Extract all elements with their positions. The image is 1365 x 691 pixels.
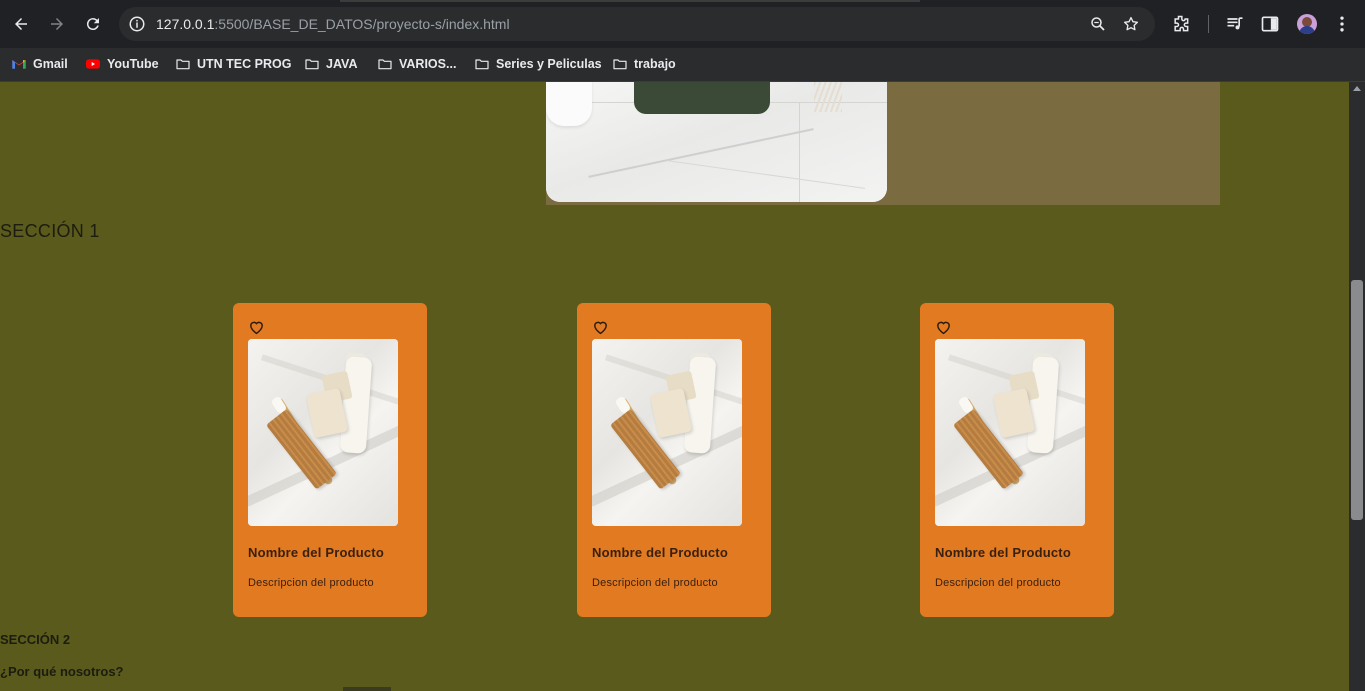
gmail-icon — [12, 60, 26, 69]
horizontal-scroll-indicator[interactable] — [343, 687, 391, 691]
product-name: Nombre del Producto — [248, 545, 384, 560]
product-image — [248, 339, 398, 526]
heart-icon[interactable] — [248, 319, 265, 335]
zoom-icon[interactable] — [1089, 15, 1107, 33]
bookmark-folder-varios[interactable]: VARIOS... — [377, 54, 456, 74]
product-description: Descripcion del producto — [592, 577, 718, 589]
side-panel-button[interactable] — [1259, 13, 1281, 35]
youtube-icon — [86, 59, 100, 69]
bookmark-folder-trabajo[interactable]: trabajo — [612, 54, 676, 74]
folder-icon — [176, 59, 190, 70]
playlist-icon — [1227, 17, 1243, 30]
why-us-heading: ¿Por qué nosotros? — [0, 664, 124, 679]
vertical-scrollbar[interactable] — [1349, 82, 1365, 691]
section-2-title: SECCIÓN 2 — [0, 632, 71, 647]
profile-avatar[interactable] — [1297, 14, 1317, 34]
product-card[interactable]: Nombre del Producto Descripcion del prod… — [577, 303, 771, 617]
bookmarks-bar: Gmail YouTube UTN TEC PROG JAVA VARIOS..… — [0, 48, 1365, 82]
toolbar-separator — [1208, 15, 1209, 33]
bookmark-label: Series y Peliculas — [496, 57, 602, 71]
section-1-title: SECCIÓN 1 — [0, 221, 100, 241]
bookmark-star-icon[interactable] — [1122, 15, 1140, 33]
back-button[interactable] — [9, 12, 33, 36]
product-name: Nombre del Producto — [592, 545, 728, 560]
folder-icon — [613, 59, 627, 70]
product-image — [592, 339, 742, 526]
heart-icon[interactable] — [935, 319, 952, 335]
arrow-right-icon — [51, 18, 63, 30]
product-description: Descripcion del producto — [248, 577, 374, 589]
heart-icon[interactable] — [592, 319, 609, 335]
side-panel-icon — [1261, 16, 1279, 32]
puzzle-icon — [1174, 15, 1189, 32]
hero-image — [546, 82, 887, 202]
bookmark-folder-utn[interactable]: UTN TEC PROG — [175, 54, 291, 74]
extensions-button[interactable] — [1170, 13, 1192, 35]
url-text[interactable]: 127.0.0.1:5500/BASE_DE_DATOS/proyecto-s/… — [156, 16, 510, 32]
url-path: :5500/BASE_DE_DATOS/proyecto-s/index.htm… — [214, 16, 510, 32]
product-card[interactable]: Nombre del Producto Descripcion del prod… — [920, 303, 1114, 617]
product-description: Descripcion del producto — [935, 577, 1061, 589]
bookmark-gmail[interactable]: Gmail — [11, 54, 68, 74]
towel-fringe — [814, 82, 842, 112]
bookmark-folder-java[interactable]: JAVA — [304, 54, 358, 74]
product-card[interactable]: Nombre del Producto Descripcion del prod… — [233, 303, 427, 617]
reload-icon — [86, 18, 99, 31]
scroll-up-arrow-icon[interactable] — [1353, 86, 1361, 91]
marble-edge — [799, 102, 800, 202]
kebab-menu-icon — [1340, 16, 1344, 32]
green-soap — [634, 82, 770, 114]
url-host: 127.0.0.1 — [156, 16, 215, 32]
bookmark-label: UTN TEC PROG — [197, 57, 292, 71]
address-bar[interactable]: 127.0.0.1:5500/BASE_DE_DATOS/proyecto-s/… — [119, 7, 1155, 41]
folder-icon — [378, 59, 392, 70]
bookmark-label: Gmail — [33, 57, 68, 71]
bookmark-folder-series[interactable]: Series y Peliculas — [474, 54, 602, 74]
site-info-icon[interactable] — [128, 15, 146, 33]
media-control-button[interactable] — [1224, 13, 1246, 35]
avatar-shirt — [1299, 26, 1315, 34]
folder-icon — [305, 59, 319, 70]
bookmark-youtube[interactable]: YouTube — [85, 54, 159, 74]
bookmark-label: YouTube — [107, 57, 159, 71]
scrollbar-thumb[interactable] — [1351, 280, 1363, 520]
bookmark-label: VARIOS... — [399, 57, 457, 71]
bookmark-label: trabajo — [634, 57, 676, 71]
reload-button[interactable] — [81, 12, 105, 36]
product-name: Nombre del Producto — [935, 545, 1071, 560]
menu-button[interactable] — [1331, 13, 1353, 35]
white-cup — [546, 82, 592, 126]
browser-toolbar: 127.0.0.1:5500/BASE_DE_DATOS/proyecto-s/… — [0, 0, 1365, 48]
forward-button[interactable] — [45, 12, 69, 36]
arrow-left-icon — [15, 18, 27, 30]
bookmark-label: JAVA — [326, 57, 358, 71]
product-image — [935, 339, 1085, 526]
page-viewport[interactable]: SECCIÓN 1 Nombre del Producto Descripcio… — [0, 82, 1349, 691]
folder-icon — [475, 59, 489, 70]
tab-strip-edge — [340, 0, 920, 2]
